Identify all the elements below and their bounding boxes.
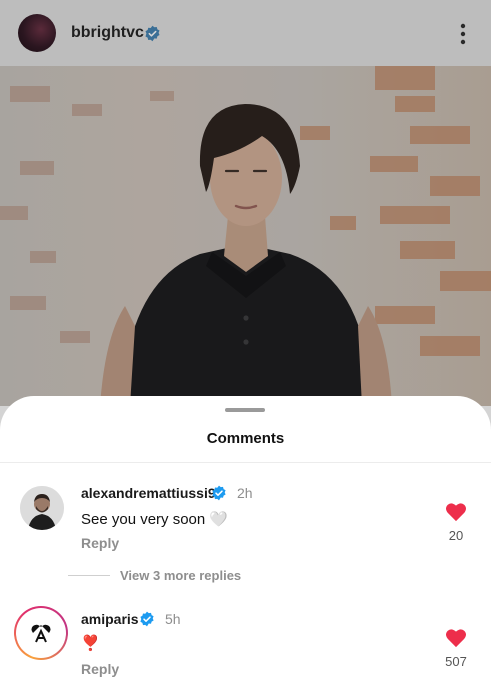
heart-icon[interactable] [445, 628, 467, 648]
reply-button[interactable]: Reply [81, 661, 119, 677]
post-username[interactable]: bbrightvc [71, 24, 144, 42]
view-more-replies[interactable]: View 3 more replies [120, 568, 241, 583]
comments-sheet: Comments alexandremattiussi9 2h See you … [0, 396, 491, 680]
like-count: 507 [445, 654, 467, 669]
divider [0, 462, 491, 463]
verified-icon [140, 611, 154, 627]
avatar-image [20, 486, 64, 530]
profile-avatar[interactable] [18, 14, 56, 52]
comment-username[interactable]: amiparis [81, 611, 139, 627]
photo-artwork [0, 66, 491, 406]
heart-icon[interactable] [445, 502, 467, 522]
comment-time: 2h [237, 485, 253, 501]
comment-time: 5h [165, 611, 181, 627]
replies-line [68, 575, 110, 576]
more-options-icon[interactable] [455, 22, 471, 46]
commenter-avatar[interactable] [20, 486, 64, 530]
comment-text: ❣️ [81, 635, 100, 652]
post-photo[interactable] [0, 66, 491, 406]
ami-logo-icon [19, 611, 63, 655]
commenter-avatar[interactable] [14, 606, 68, 660]
verified-icon [212, 485, 226, 501]
comment-text: See you very soon 🤍 [81, 511, 229, 528]
drag-handle[interactable] [225, 408, 265, 412]
post-header: bbrightvc [0, 0, 491, 66]
like-count: 20 [448, 528, 464, 543]
comment-username[interactable]: alexandremattiussi9 [81, 485, 216, 501]
verified-icon [145, 25, 160, 42]
reply-button[interactable]: Reply [81, 535, 119, 551]
sheet-title: Comments [206, 430, 285, 447]
avatar-ring-inner [16, 608, 66, 658]
